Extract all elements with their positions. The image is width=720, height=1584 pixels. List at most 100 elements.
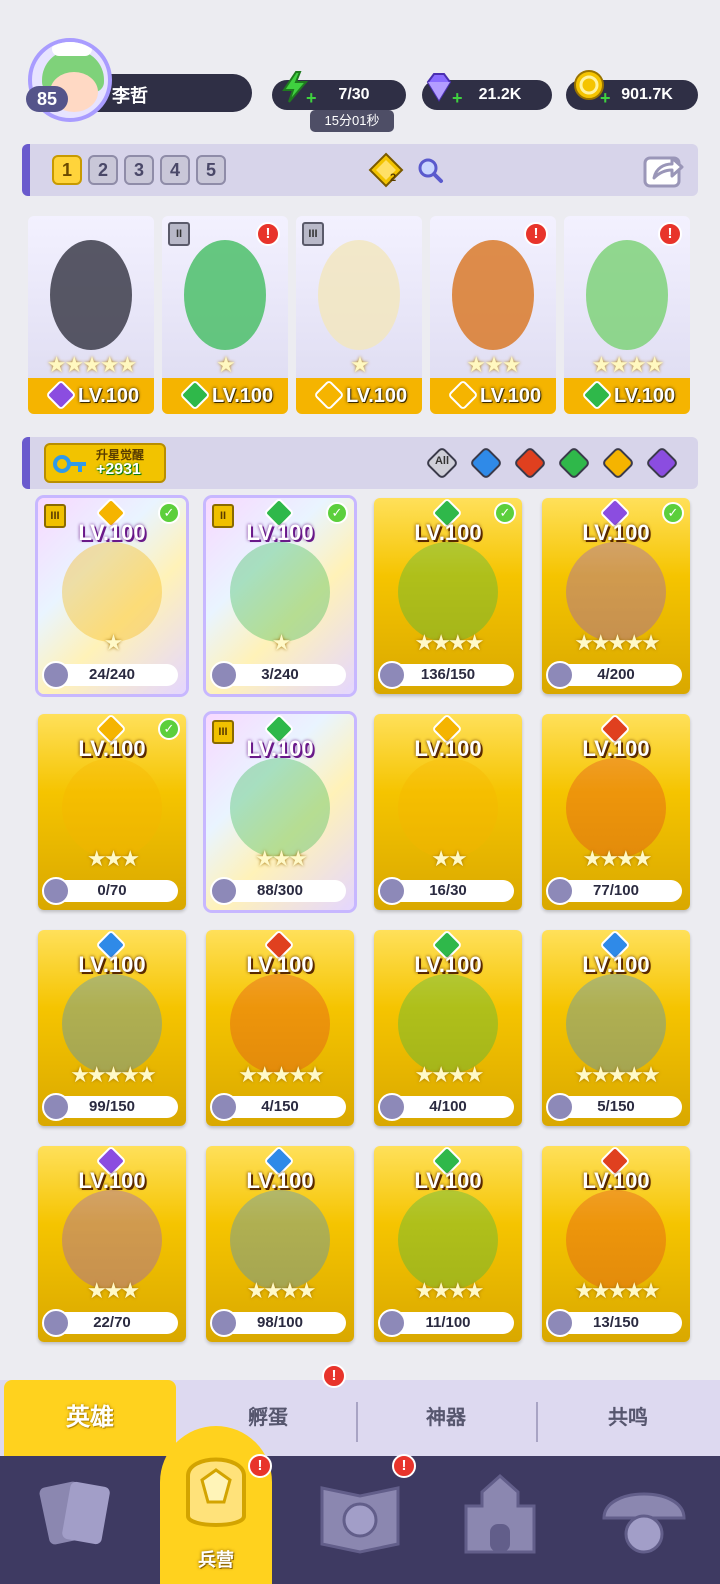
tab-artifacts[interactable]: 神器 [360,1380,532,1456]
shard-icon [546,877,574,905]
filter-diamond [513,446,547,480]
hero-level: LV.100 [582,952,650,977]
hero-stars: ★★★★ [414,1062,485,1087]
gold-plus-icon[interactable]: + [600,88,611,109]
hero-stars: ★★★★ [414,1278,485,1303]
shard-icon [210,1093,238,1121]
alert-badge: ! [524,222,548,246]
hero-stars: ★★★ [86,1278,140,1303]
team-bonus-icon[interactable] [368,152,404,188]
shard-icon [378,661,406,689]
hero-portrait [566,758,666,858]
hero-stars: ★★ [431,846,467,871]
team-hero-card[interactable]: ★ LV.100 II! [162,216,288,414]
hero-portrait [62,1190,162,1290]
hero-stars: ★★★ [86,846,140,871]
light-element-icon[interactable] [600,445,636,481]
hero-card[interactable]: LV.100 ★★★★ 4/100 [374,930,522,1126]
team-hero-card[interactable]: ★★★ LV.100! [430,216,556,414]
shard-icon [210,1309,238,1337]
shadow-element-icon[interactable] [644,445,680,481]
fire-element-icon[interactable] [512,445,548,481]
water-element-icon[interactable] [468,445,504,481]
hero-stars: ★★★ [466,352,521,377]
book-icon[interactable] [312,1466,408,1562]
filter-diamond [557,446,591,480]
hero-stars: ★ [216,352,236,377]
hero-level: LV.100 [414,520,482,545]
nature-element-icon[interactable] [556,445,592,481]
hero-card[interactable]: LV.100 ★★★★ 98/100 [206,1146,354,1342]
hero-card[interactable]: II ✓ LV.100 ★ 3/240 [206,498,354,694]
team-slot-3[interactable]: 3 [124,155,154,185]
hero-level: LV.100 [246,1168,314,1193]
hero-card[interactable]: LV.100 ★★★★★ 13/150 [542,1146,690,1342]
hero-level: LV.100 [78,385,140,407]
energy-plus-icon[interactable]: + [306,88,317,109]
share-icon[interactable] [642,150,684,190]
hero-card[interactable]: LV.100 ★★★★★ 5/150 [542,930,690,1126]
alert-badge: ! [256,222,280,246]
team-hero-card[interactable]: ★★★★★ LV.100 [28,216,154,414]
hero-card[interactable]: ✓ LV.100 ★★★ 0/70 [38,714,186,910]
hero-portrait [398,542,498,642]
barracks-icon [186,1457,246,1527]
hero-level: LV.100 [78,1168,146,1193]
hero-card[interactable]: LV.100 ★★ 16/30 [374,714,522,910]
team-slot-5[interactable]: 5 [196,155,226,185]
filter-diamond [601,446,635,480]
hero-card[interactable]: LV.100 ★★★ 22/70 [38,1146,186,1342]
hero-level: LV.100 [480,385,542,407]
team-bonus-count: 2 [390,172,397,184]
hero-stars: ★★★★ [591,352,665,377]
hero-stars: ★★★ [254,846,308,871]
hero-card[interactable]: III LV.100 ★★★ 88/300 [206,714,354,910]
hero-portrait [62,542,162,642]
castle-icon[interactable] [452,1466,548,1562]
diamond-icon [426,73,452,102]
team-slot-2[interactable]: 2 [88,155,118,185]
gems-plus-icon[interactable]: + [452,88,463,109]
guild-icon[interactable] [596,1466,692,1562]
team-hero-card[interactable]: ★★★★ LV.100! [564,216,690,414]
hero-portrait [230,542,330,642]
hero-portrait [452,240,534,350]
hero-level: LV.100 [582,736,650,761]
hero-card[interactable]: LV.100 ★★★★★ 99/150 [38,930,186,1126]
shard-icon [42,1309,70,1337]
hero-card[interactable]: ✓ LV.100 ★★★★★ 4/200 [542,498,690,694]
hero-stars: ★★★★★ [574,630,661,655]
hero-portrait [398,758,498,858]
hero-level: LV.100 [346,385,408,407]
hero-level: LV.100 [78,736,146,761]
hero-card[interactable]: III ✓ LV.100 ★ 24/240 [38,498,186,694]
hero-card[interactable]: LV.100 ★★★★ 11/100 [374,1146,522,1342]
tab-heroes[interactable]: 英雄 [4,1380,176,1456]
player-name: 李哲 [112,86,148,106]
gold-value: 901.7K [621,86,673,103]
hero-portrait [50,240,132,350]
cards-icon[interactable] [28,1466,124,1562]
hero-level: LV.100 [246,736,314,761]
hero-card[interactable]: ✓ LV.100 ★★★★ 136/150 [374,498,522,694]
hero-level: LV.100 [414,952,482,977]
hero-card[interactable]: LV.100 ★★★★★ 4/150 [206,930,354,1126]
hero-stars: ★★★★★ [238,1062,325,1087]
tab-resonance[interactable]: 共鸣 [540,1380,716,1456]
hero-stars: ★★★★ [582,846,653,871]
team-hero-card[interactable]: ★ LV.100 III [296,216,422,414]
player-level-badge: 85 [26,86,68,112]
hero-card[interactable]: LV.100 ★★★★ 77/100 [542,714,690,910]
shard-icon [546,1093,574,1121]
hero-portrait [184,240,266,350]
filter-all-label: All [434,455,450,467]
book-alert-badge: ! [392,1454,416,1478]
team-slot-1[interactable]: 1 [52,155,82,185]
search-icon[interactable] [416,156,444,184]
all-filter-icon[interactable]: All [424,445,460,481]
alert-badge: ! [658,222,682,246]
hero-portrait [62,758,162,858]
team-slot-4[interactable]: 4 [160,155,190,185]
hero-level: LV.100 [78,952,146,977]
hero-level: LV.100 [614,385,676,407]
